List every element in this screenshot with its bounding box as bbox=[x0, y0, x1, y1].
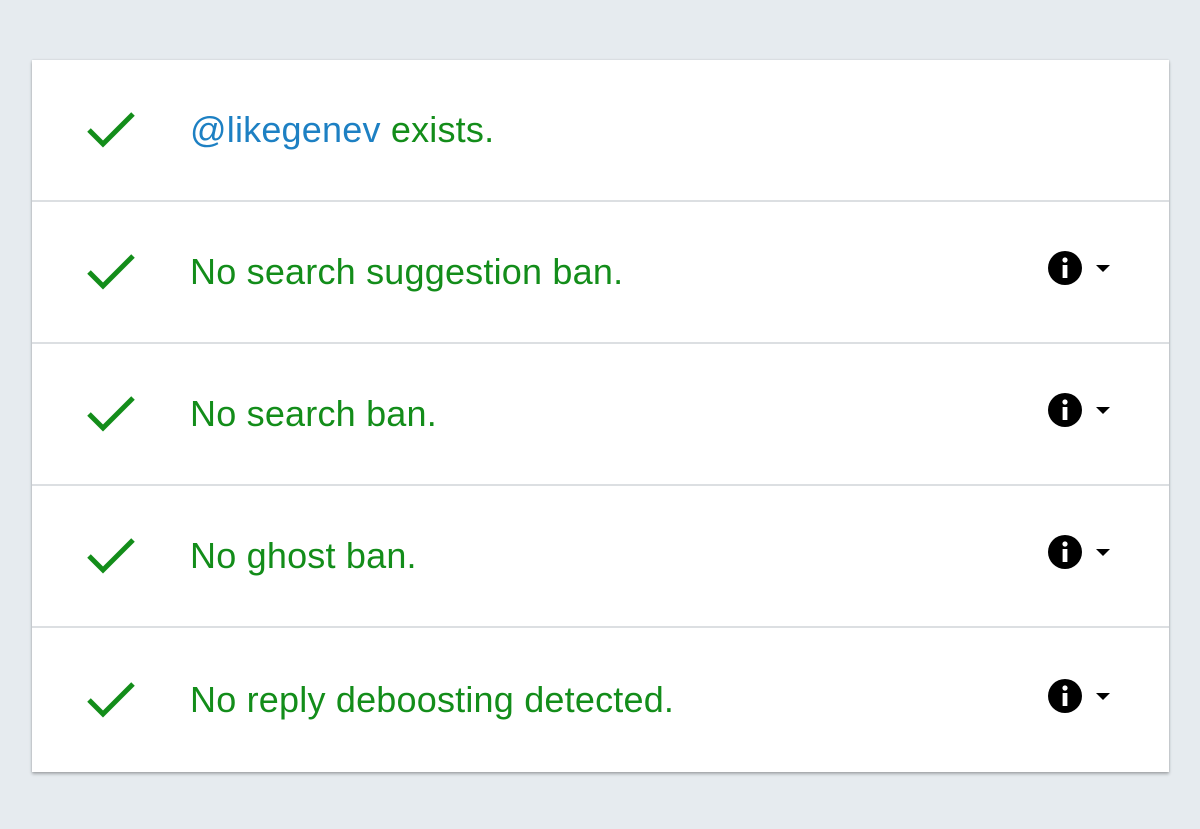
result-text: No ghost ban. bbox=[190, 535, 417, 576]
result-actions bbox=[1047, 250, 1117, 286]
caret-down-icon[interactable] bbox=[1089, 682, 1117, 710]
caret-down-icon[interactable] bbox=[1089, 538, 1117, 566]
checkmark-icon bbox=[86, 680, 136, 720]
caret-down-icon[interactable] bbox=[1089, 254, 1117, 282]
info-icon[interactable] bbox=[1047, 392, 1083, 428]
username-link[interactable]: @likegenev bbox=[190, 109, 381, 150]
checkmark-icon bbox=[86, 252, 136, 292]
info-icon[interactable] bbox=[1047, 534, 1083, 570]
checkmark-icon bbox=[86, 394, 136, 434]
result-text: No reply deboosting detected. bbox=[190, 679, 675, 720]
result-row-search-suggestion-ban: No search suggestion ban. bbox=[32, 202, 1169, 344]
result-row-ghost-ban: No ghost ban. bbox=[32, 486, 1169, 628]
result-actions bbox=[1047, 678, 1117, 714]
result-text: No search ban. bbox=[190, 393, 437, 434]
info-icon[interactable] bbox=[1047, 678, 1083, 714]
result-text: @likegenev exists. bbox=[190, 109, 494, 151]
results-card: @likegenev exists. No search suggestion … bbox=[32, 60, 1169, 772]
result-row-exists: @likegenev exists. bbox=[32, 60, 1169, 202]
result-row-search-ban: No search ban. bbox=[32, 344, 1169, 486]
result-actions bbox=[1047, 534, 1117, 570]
result-status-text: exists. bbox=[390, 109, 495, 150]
result-actions bbox=[1047, 392, 1117, 428]
result-row-reply-deboosting: No reply deboosting detected. bbox=[32, 628, 1169, 772]
checkmark-icon bbox=[86, 110, 136, 150]
caret-down-icon[interactable] bbox=[1089, 396, 1117, 424]
result-text: No search suggestion ban. bbox=[190, 251, 624, 292]
checkmark-icon bbox=[86, 536, 136, 576]
info-icon[interactable] bbox=[1047, 250, 1083, 286]
